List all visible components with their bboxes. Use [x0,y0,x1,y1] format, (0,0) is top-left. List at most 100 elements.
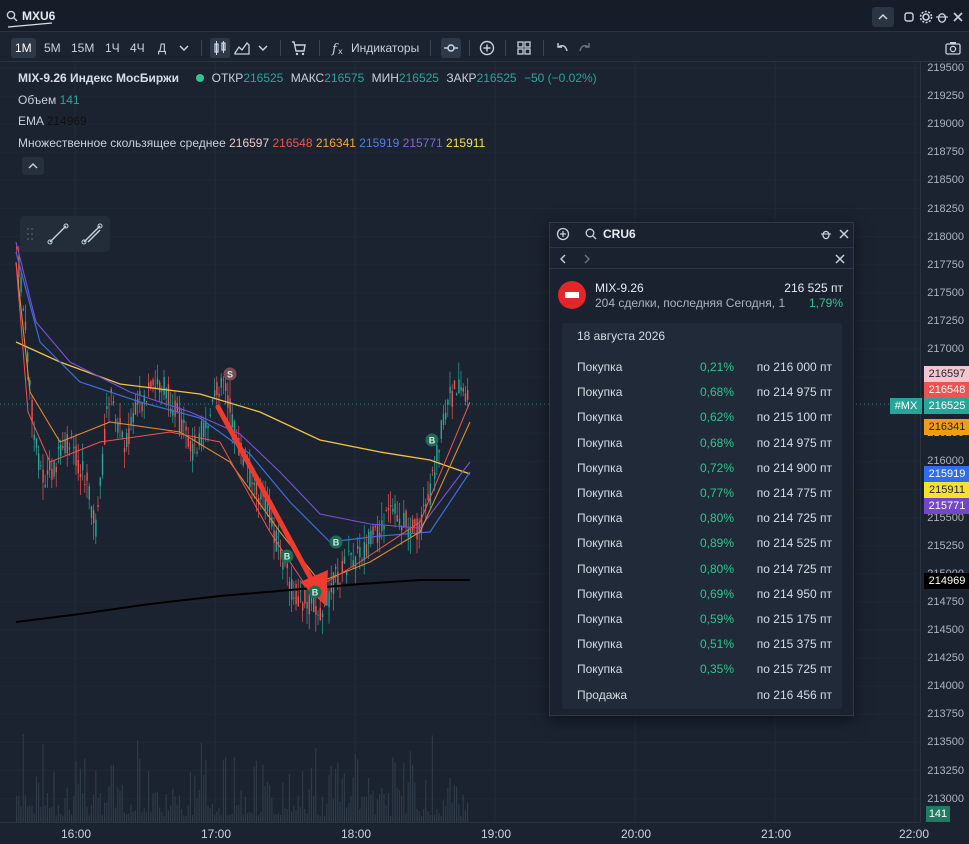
candle-body [117,423,119,433]
volume-bar [132,811,134,822]
trade-row[interactable]: Покупка 0,80% по 214 725 пт [577,508,832,528]
trade-row[interactable]: Покупка 0,89% по 214 525 пт [577,533,832,553]
timeframe-1h[interactable]: 1Ч [101,38,124,58]
ticker-title[interactable]: MXU6 [22,9,55,23]
timeframe-4h[interactable]: 4Ч [126,38,149,58]
volume-bar [57,804,59,822]
search-icon[interactable] [584,227,598,241]
indicators-button[interactable]: Индикаторы [347,38,423,58]
close-icon[interactable] [837,227,851,241]
trade-row[interactable]: Покупка 0,59% по 215 175 пт [577,609,832,629]
volume-label[interactable]: Объем [18,93,56,107]
close-icon[interactable] [949,8,967,26]
candle-body [106,406,108,409]
volume-bar [396,787,398,822]
volume-bar [150,811,152,822]
trade-row[interactable]: Покупка 0,35% по 215 725 пт [577,659,832,679]
add-circle-icon[interactable] [556,227,570,241]
bug-icon[interactable] [819,227,833,241]
close-icon[interactable] [833,252,847,266]
function-icon[interactable]: fx [328,38,348,58]
candle-body [24,321,27,331]
candle-body [38,453,40,470]
volume-bar [442,800,444,822]
time-axis[interactable]: 16:00 17:00 18:00 19:00 20:00 21:00 22:0… [0,822,929,844]
candle-body [104,428,106,445]
panel-search-input[interactable]: CRU6 [603,227,636,241]
legend-instrument[interactable]: MIX-9.26 Индекс МосБиржи [18,71,179,85]
trade-row[interactable]: Продажа по 216 456 пт [577,685,832,705]
volume-bar [73,795,75,822]
candle-body [62,446,64,448]
candle-body [90,506,93,518]
chevron-down-icon[interactable] [174,38,194,58]
candle-body [330,583,332,593]
chevron-right-icon[interactable] [580,252,594,266]
candle-body [436,444,438,462]
trade-row[interactable]: Покупка 0,51% по 215 375 пт [577,634,832,654]
timeframe-15m[interactable]: 15M [67,38,98,58]
search-icon[interactable] [6,10,18,22]
volume-bar [123,812,125,822]
volume-bar [176,804,178,822]
toolbar-divider [543,40,544,56]
candle-body [260,493,262,500]
candle-body [128,427,130,444]
candle-body [95,519,97,537]
volume-bar [346,807,348,822]
layout-grid-icon[interactable] [514,38,534,58]
panel-header: CRU6 [550,223,853,245]
area-chart-icon[interactable] [232,38,252,58]
chevron-down-icon[interactable] [253,38,273,58]
candles-icon[interactable] [210,38,230,58]
camera-icon[interactable] [943,38,963,58]
candle-body [464,393,467,402]
undo-icon[interactable] [552,38,572,58]
volume-bar [90,805,92,822]
ema-line [15,579,470,623]
trade-percent: 0,68% [699,435,734,450]
ema-label[interactable]: EMA [18,114,43,128]
candle-body [374,526,376,528]
cart-icon[interactable] [289,38,309,58]
instrument-row[interactable]: MIX-9.26 216 525 пт 204 сделки, последня… [550,275,853,315]
volume-bar [66,787,68,822]
volume-bar [51,807,53,822]
volume-bar [288,773,290,822]
candle-body [130,417,132,426]
stop-icon[interactable] [900,8,918,26]
mma-value-6: 215911 [446,135,486,150]
trade-percent: 0,69% [699,586,734,601]
volume-bar [416,808,418,822]
volume-bar [152,793,154,822]
candle-body [462,387,464,392]
volume-bar [22,734,24,822]
legend-collapse-button[interactable] [22,157,44,175]
timeframe-5m[interactable]: 5M [40,38,65,58]
trade-row[interactable]: Покупка 0,68% по 214 975 пт [577,382,832,402]
candle-body [423,504,425,506]
trade-row[interactable]: Покупка 0,72% по 214 900 пт [577,458,832,478]
volume-bar [170,805,172,822]
candle-body [372,526,374,535]
collapse-window-button[interactable] [872,7,894,27]
candle-body [35,438,38,448]
trade-row[interactable]: Покупка 0,69% по 214 950 пт [577,584,832,604]
mma-label[interactable]: Множественное скользящее среднее [18,136,226,150]
candle-body [178,407,181,433]
price-axis[interactable]: 213000 213250 213500 213750 214000 214250 2145… [920,62,969,822]
toolbar-divider [430,40,431,56]
trade-row[interactable]: Покупка 0,62% по 215 100 пт [577,407,832,427]
trade-row[interactable]: Покупка 0,21% по 216 000 пт [577,357,832,377]
chevron-left-icon[interactable] [556,252,570,266]
redo-icon[interactable] [575,38,595,58]
candle-body [42,469,44,483]
timeframe-1m[interactable]: 1M [11,38,36,58]
compare-icon[interactable] [441,38,461,58]
volume-bar [260,811,262,822]
trade-row[interactable]: Покупка 0,80% по 214 725 пт [577,559,832,579]
add-circle-icon[interactable] [477,38,497,58]
trade-row[interactable]: Покупка 0,77% по 214 775 пт [577,483,832,503]
timeframe-day[interactable]: Д [154,38,170,58]
trade-row[interactable]: Покупка 0,68% по 214 975 пт [577,433,832,453]
